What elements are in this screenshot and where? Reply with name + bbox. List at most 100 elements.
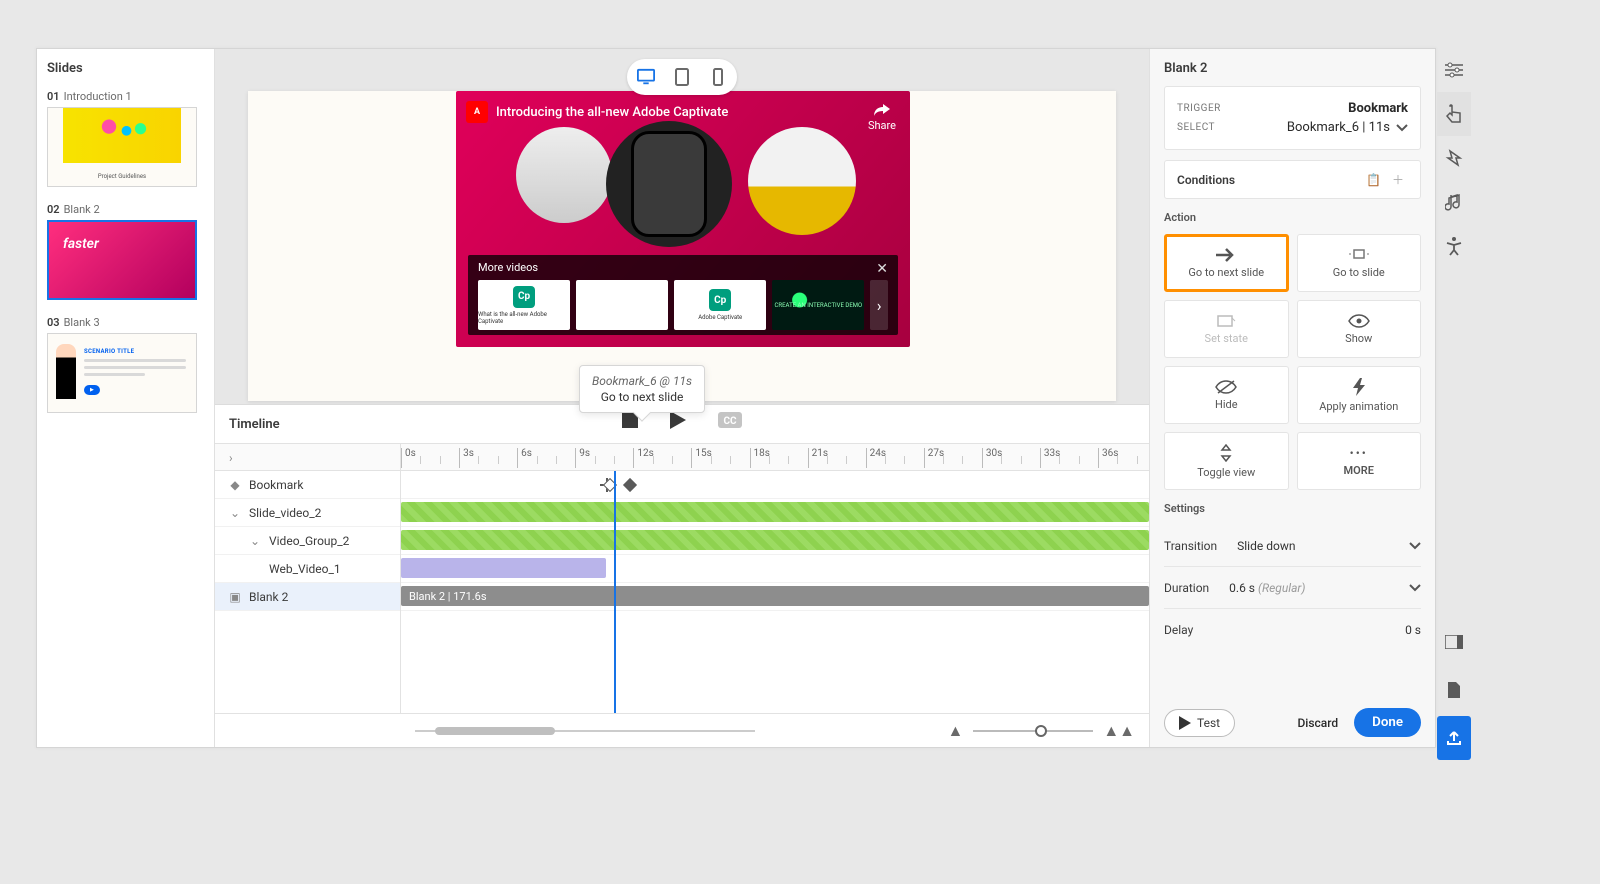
phone-icon[interactable] <box>709 68 727 86</box>
right-rail-bottom <box>1437 620 1471 760</box>
embedded-video[interactable]: A Introducing the all-new Adobe Captivat… <box>456 91 910 347</box>
video-suggestion[interactable]: Cp Adobe Captivate <box>674 280 766 330</box>
trigger-value: Bookmark <box>1348 101 1408 116</box>
action-show[interactable]: Show <box>1297 300 1422 358</box>
action-set-state[interactable]: Set state <box>1164 300 1289 358</box>
delay-input[interactable]: 0 s <box>1213 623 1421 637</box>
conditions-label: Conditions <box>1177 173 1235 187</box>
lane-web-video[interactable] <box>401 555 1149 583</box>
captions-icon[interactable]: CC <box>718 412 742 428</box>
slide-entry-1[interactable]: 01Introduction 1 Project Guidelines <box>47 90 204 187</box>
timeline-scrollbar[interactable] <box>415 727 755 735</box>
add-icon[interactable]: ＋ <box>1388 171 1408 189</box>
video-suggestion[interactable] <box>576 280 668 330</box>
zoom-out-icon[interactable]: ▲ <box>947 721 963 741</box>
zoom-knob[interactable] <box>1035 725 1047 737</box>
svg-text:CC: CC <box>723 416 737 427</box>
play-icon[interactable] <box>670 411 686 429</box>
transition-select[interactable]: Slide down <box>1237 539 1421 553</box>
lane-bookmark[interactable] <box>401 471 1149 499</box>
slide-nav-icon <box>1349 248 1369 262</box>
eye-icon <box>1348 314 1370 328</box>
more-videos-label: More videos <box>478 261 888 274</box>
discard-button[interactable]: Discard <box>1297 716 1338 730</box>
slides-panel-title: Slides <box>47 61 204 76</box>
select-dropdown[interactable]: Bookmark_6 | 11s <box>1287 120 1408 135</box>
test-button[interactable]: Test <box>1164 709 1235 737</box>
lane-video-group[interactable] <box>401 527 1149 555</box>
toggle-view-icon <box>1217 444 1235 462</box>
slide-canvas[interactable]: A Introducing the all-new Adobe Captivat… <box>248 91 1116 401</box>
slide-thumbnail: Project Guidelines <box>47 107 197 187</box>
eye-off-icon <box>1215 380 1237 394</box>
more-videos-bar: More videos ✕ Cp What is the all-new Ado… <box>468 255 898 335</box>
chevron-down-icon: ⌄ <box>249 534 261 548</box>
paste-icon[interactable]: 📋 <box>1362 171 1385 189</box>
lane-blank[interactable]: Blank 2 | 171.6s <box>401 583 1149 611</box>
editor-center: A Introducing the all-new Adobe Captivat… <box>215 49 1149 747</box>
action-heading: Action <box>1164 211 1421 224</box>
timeline-zoom[interactable]: ▲ ▲▲ <box>947 721 1135 741</box>
close-icon[interactable]: ✕ <box>876 261 888 277</box>
bookmark-marker-icon[interactable] <box>623 478 637 492</box>
action-hide[interactable]: Hide <box>1164 366 1289 424</box>
slides-panel: Slides 01Introduction 1 Project Guidelin… <box>37 49 215 747</box>
time-ruler[interactable]: 0s3s6s9s12s15s18s21s24s27s30s33s36s <box>401 444 1149 470</box>
slide-entry-3[interactable]: 03Blank 3 SCENARIO TITLE ▶ <box>47 316 204 413</box>
duration-label: Duration <box>1164 581 1209 595</box>
settings-sliders-icon[interactable] <box>1437 48 1471 92</box>
slide-entry-2[interactable]: 02Blank 2 faster <box>47 203 204 300</box>
action-toggle-view[interactable]: Toggle view <box>1164 432 1289 490</box>
delay-label: Delay <box>1164 623 1193 637</box>
tablet-icon[interactable] <box>673 68 691 86</box>
desktop-icon[interactable] <box>637 68 655 86</box>
settings-heading: Settings <box>1164 502 1421 515</box>
video-suggestion[interactable]: CREATE AN INTERACTIVE DEMO <box>772 280 864 330</box>
transition-label: Transition <box>1164 539 1217 553</box>
slide-thumbnail: faster <box>47 220 197 300</box>
chevron-down-icon: ⌄ <box>229 506 241 520</box>
play-icon <box>1179 716 1191 730</box>
zoom-in-icon[interactable]: ▲▲ <box>1103 721 1135 741</box>
conditions-card: Conditions 📋 ＋ <box>1164 160 1421 199</box>
audio-icon[interactable] <box>1437 180 1471 224</box>
collapse-tracks-icon[interactable]: › <box>215 444 400 472</box>
animation-flash-icon[interactable] <box>1437 136 1471 180</box>
accessibility-icon[interactable] <box>1437 224 1471 268</box>
slide-label: 03Blank 3 <box>47 316 204 329</box>
trigger-label: TRIGGER <box>1177 103 1221 114</box>
action-go-to-next-slide[interactable]: Go to next slide <box>1164 234 1289 292</box>
video-suggestion[interactable]: Cp What is the all-new Adobe Captivate <box>478 280 570 330</box>
track-blank-slide[interactable]: ▣Blank 2 <box>215 583 400 611</box>
video-title: Introducing the all-new Adobe Captivate <box>496 105 728 120</box>
video-hero-graphic <box>516 127 880 247</box>
timeline-panel: Timeline CC Bookmark_6 @ 11s Go to next … <box>215 404 1149 747</box>
next-suggestions-icon[interactable]: › <box>870 280 888 330</box>
settings-block: Transition Slide down Duration 0.6 s (Re… <box>1164 525 1421 651</box>
interactions-icon[interactable] <box>1437 92 1471 136</box>
action-more[interactable]: ••• MORE <box>1297 432 1422 490</box>
timeline-title: Timeline <box>229 417 280 432</box>
slide-icon: ▣ <box>229 590 241 604</box>
trigger-card: TRIGGER Bookmark SELECT Bookmark_6 | 11s <box>1164 86 1421 150</box>
right-tool-rail <box>1437 48 1471 268</box>
action-apply-animation[interactable]: Apply animation <box>1297 366 1422 424</box>
document-icon[interactable] <box>1437 668 1471 712</box>
track-bookmark[interactable]: ◆Bookmark <box>215 471 400 499</box>
duration-select[interactable]: 0.6 s (Regular) <box>1229 581 1421 595</box>
share-export-icon[interactable] <box>1437 716 1471 760</box>
panel-title: Blank 2 <box>1164 61 1421 76</box>
chevron-down-icon <box>1409 542 1421 550</box>
playhead[interactable] <box>614 471 616 713</box>
action-go-to-slide[interactable]: Go to slide <box>1297 234 1422 292</box>
lane-slide-video[interactable] <box>401 499 1149 527</box>
track-slide-video[interactable]: ⌄Slide_video_2 <box>215 499 400 527</box>
track-video-group[interactable]: ⌄Video_Group_2 <box>215 527 400 555</box>
track-web-video[interactable]: Web_Video_1 <box>215 555 400 583</box>
done-button[interactable]: Done <box>1354 708 1421 737</box>
action-grid: Go to next slide Go to slide Set state S… <box>1164 234 1421 490</box>
arrow-right-icon <box>1216 248 1236 262</box>
panel-layout-icon[interactable] <box>1437 620 1471 664</box>
device-preview-switch <box>627 59 737 95</box>
slide-thumbnail: SCENARIO TITLE ▶ <box>47 333 197 413</box>
